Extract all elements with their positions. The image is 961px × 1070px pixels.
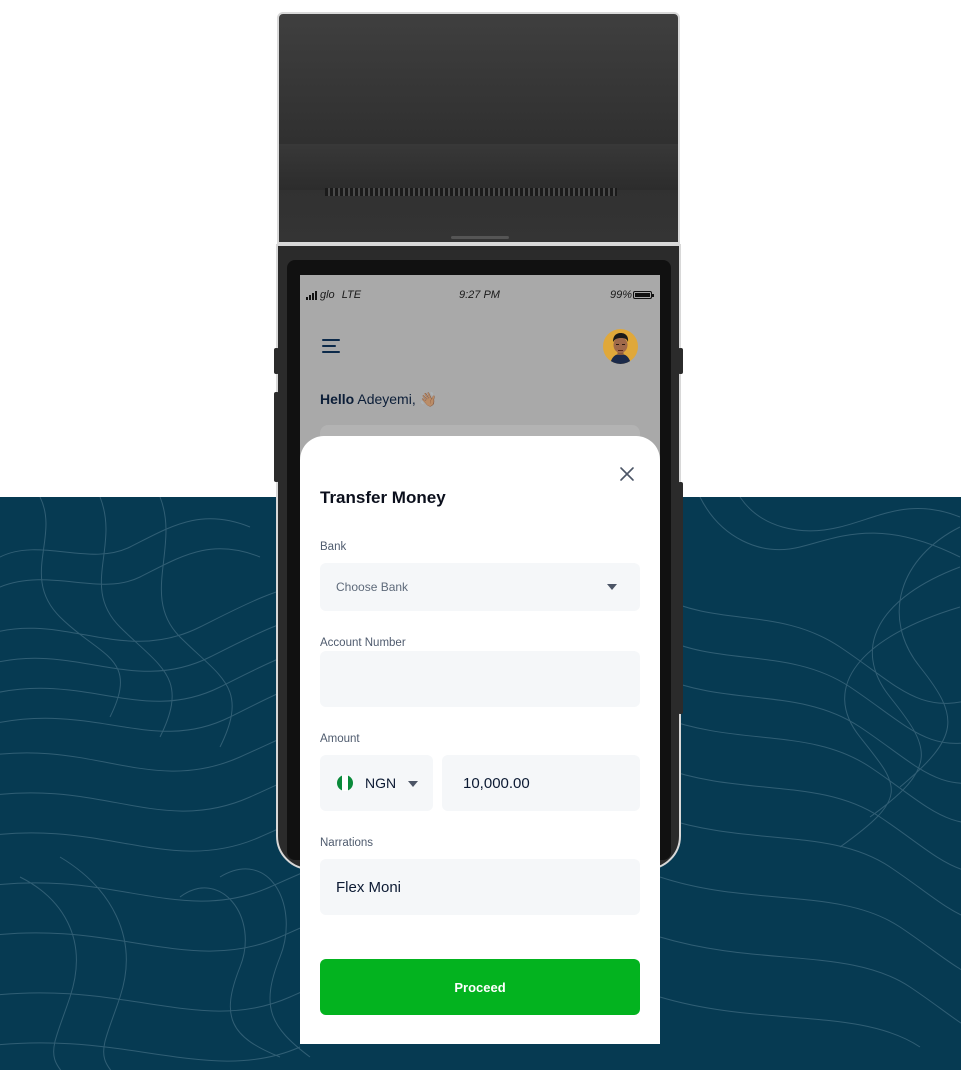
signal-icon	[306, 290, 317, 300]
hamburger-menu-icon[interactable]	[322, 339, 342, 355]
printer-latch	[451, 236, 509, 239]
account-number-field	[320, 651, 640, 707]
status-time: 9:27 PM	[459, 289, 500, 301]
status-left: glo LTE	[306, 289, 361, 301]
network-type: LTE	[341, 289, 362, 301]
account-number-input[interactable]	[320, 651, 640, 707]
close-icon[interactable]	[616, 463, 638, 485]
battery-icon	[633, 291, 654, 299]
greeting-name: Adeyemi,	[357, 391, 416, 407]
user-avatar[interactable]	[603, 329, 638, 364]
status-right: 99%	[609, 289, 654, 301]
bank-label: Bank	[320, 541, 347, 553]
greeting: Hello Adeyemi, 👋🏽	[320, 391, 437, 408]
avatar-illustration	[610, 333, 631, 364]
app-screen: glo LTE 9:27 PM 99% Hello Adeyemi, 👋🏽 Tr…	[300, 275, 660, 1044]
printer-band	[279, 144, 678, 190]
account-number-label: Account Number	[320, 637, 406, 649]
narrations-input[interactable]	[320, 859, 640, 915]
currency-select[interactable]: NGN	[320, 755, 433, 811]
narrations-field	[320, 859, 640, 915]
transfer-money-sheet: Transfer Money Bank Choose Bank Account …	[300, 436, 660, 1044]
nigeria-flag-icon	[337, 775, 353, 791]
bank-placeholder: Choose Bank	[336, 580, 409, 594]
side-button	[678, 348, 683, 374]
printer-head	[277, 12, 680, 244]
sheet-title: Transfer Money	[320, 488, 446, 507]
proceed-button[interactable]: Proceed	[320, 959, 640, 1015]
battery-percent: 99%	[609, 289, 632, 301]
bank-select[interactable]: Choose Bank	[320, 563, 640, 611]
narrations-label: Narrations	[320, 837, 374, 849]
chevron-down-icon	[607, 584, 617, 590]
chevron-down-icon	[408, 781, 418, 787]
carrier-name: glo	[320, 289, 335, 301]
amount-field	[442, 755, 640, 811]
side-button	[274, 348, 279, 374]
amount-label: Amount	[320, 733, 360, 745]
paper-slot	[325, 188, 617, 196]
currency-code: NGN	[365, 775, 397, 791]
wave-emoji-icon: 👋🏽	[419, 391, 438, 407]
greeting-hello: Hello	[320, 391, 355, 407]
side-button	[678, 482, 683, 714]
amount-input[interactable]	[442, 755, 640, 811]
side-button	[274, 392, 279, 482]
status-bar: glo LTE 9:27 PM 99%	[300, 275, 660, 315]
